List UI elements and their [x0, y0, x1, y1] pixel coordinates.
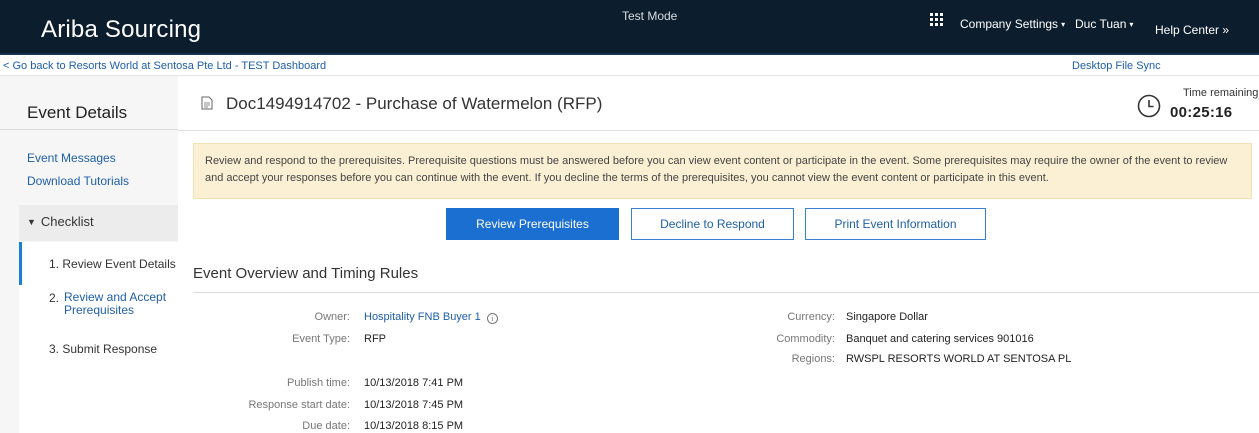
step-label: Submit Response — [62, 342, 158, 356]
owner-value[interactable]: Hospitality FNB Buyer 1 i — [364, 311, 498, 324]
checklist-label: Checklist — [40, 214, 94, 229]
clock-icon — [1137, 94, 1161, 118]
sidebar-blank — [19, 363, 178, 433]
app-brand: Ariba Sourcing — [41, 16, 202, 43]
prerequisite-notice: Review and respond to the prerequisites.… — [193, 143, 1252, 199]
triangle-down-icon: ▼ — [27, 217, 36, 227]
help-center-link[interactable]: Help Center » — [1155, 23, 1229, 37]
decline-to-respond-button[interactable]: Decline to Respond — [631, 208, 794, 240]
company-settings-label: Company Settings — [960, 17, 1059, 31]
document-icon — [201, 96, 213, 110]
desktop-file-sync-link[interactable]: Desktop File Sync — [1072, 60, 1161, 72]
download-tutorials-link[interactable]: Download Tutorials — [27, 174, 129, 188]
commodity-label: Commodity: — [776, 333, 835, 345]
due-date-value: 10/13/2018 8:15 PM — [364, 420, 464, 432]
divider — [0, 129, 178, 130]
step-label: Review Event Details — [62, 257, 176, 271]
company-settings-menu[interactable]: Company Settings ▾ — [960, 17, 1065, 31]
owner-name: Hospitality FNB Buyer 1 — [364, 311, 481, 323]
regions-label: Regions: — [791, 353, 835, 365]
chevron-down-icon: ▾ — [1129, 20, 1134, 29]
double-chevron-right-icon: » — [1222, 23, 1230, 37]
checklist-toggle[interactable]: ▼ Checklist — [19, 205, 178, 241]
step-number: 2. — [49, 291, 60, 305]
top-header: Ariba Sourcing Test Mode Company Setting… — [0, 0, 1259, 55]
user-name: Duc Tuan — [1075, 17, 1127, 31]
step-number: 1. — [49, 257, 60, 271]
response-start-label: Response start date: — [248, 399, 350, 411]
regions-value: RWSPL RESORTS WORLD AT SENTOSA PL — [846, 353, 1072, 365]
checklist-step-review-prerequisites[interactable]: 2. Review and Accept Prerequisites — [19, 285, 178, 331]
app-grid-icon[interactable] — [930, 13, 943, 26]
currency-value: Singapore Dollar — [846, 311, 928, 323]
step-number: 3. — [49, 342, 60, 356]
due-date-label: Due date: — [302, 420, 350, 432]
event-type-label: Event Type: — [292, 333, 350, 345]
checklist-step-review-event-details[interactable]: 1. Review Event Details — [19, 242, 178, 285]
user-menu[interactable]: Duc Tuan ▾ — [1075, 17, 1133, 31]
review-prerequisites-button[interactable]: Review Prerequisites — [446, 208, 619, 240]
owner-label: Owner: — [314, 311, 350, 323]
time-remaining-value: 00:25:16 — [1170, 104, 1233, 121]
publish-time-value: 10/13/2018 7:41 PM — [364, 377, 464, 389]
divider — [0, 75, 1259, 76]
event-messages-link[interactable]: Event Messages — [27, 151, 116, 165]
event-type-value: RFP — [364, 333, 386, 345]
divider — [193, 292, 1259, 293]
divider — [178, 130, 1259, 131]
test-mode-label: Test Mode — [622, 9, 678, 23]
section-title: Event Overview and Timing Rules — [193, 265, 419, 282]
help-center-label: Help Center — [1155, 23, 1220, 37]
info-icon[interactable]: i — [486, 313, 498, 324]
response-start-value: 10/13/2018 7:45 PM — [364, 399, 464, 411]
event-title: Doc1494914702 - Purchase of Watermelon (… — [226, 94, 603, 113]
chevron-down-icon: ▾ — [1061, 20, 1066, 29]
publish-time-label: Publish time: — [287, 377, 350, 389]
step-label: Review and Accept Prerequisites — [64, 290, 167, 317]
currency-label: Currency: — [787, 311, 835, 323]
print-event-information-button[interactable]: Print Event Information — [805, 208, 986, 240]
back-to-dashboard-link[interactable]: < Go back to Resorts World at Sentosa Pt… — [3, 60, 326, 72]
time-remaining-label: Time remaining — [1183, 87, 1259, 99]
sidebar-title: Event Details — [27, 103, 128, 122]
commodity-value: Banquet and catering services 901016 — [846, 333, 1034, 345]
checklist-step-submit-response[interactable]: 3. Submit Response — [19, 331, 178, 363]
